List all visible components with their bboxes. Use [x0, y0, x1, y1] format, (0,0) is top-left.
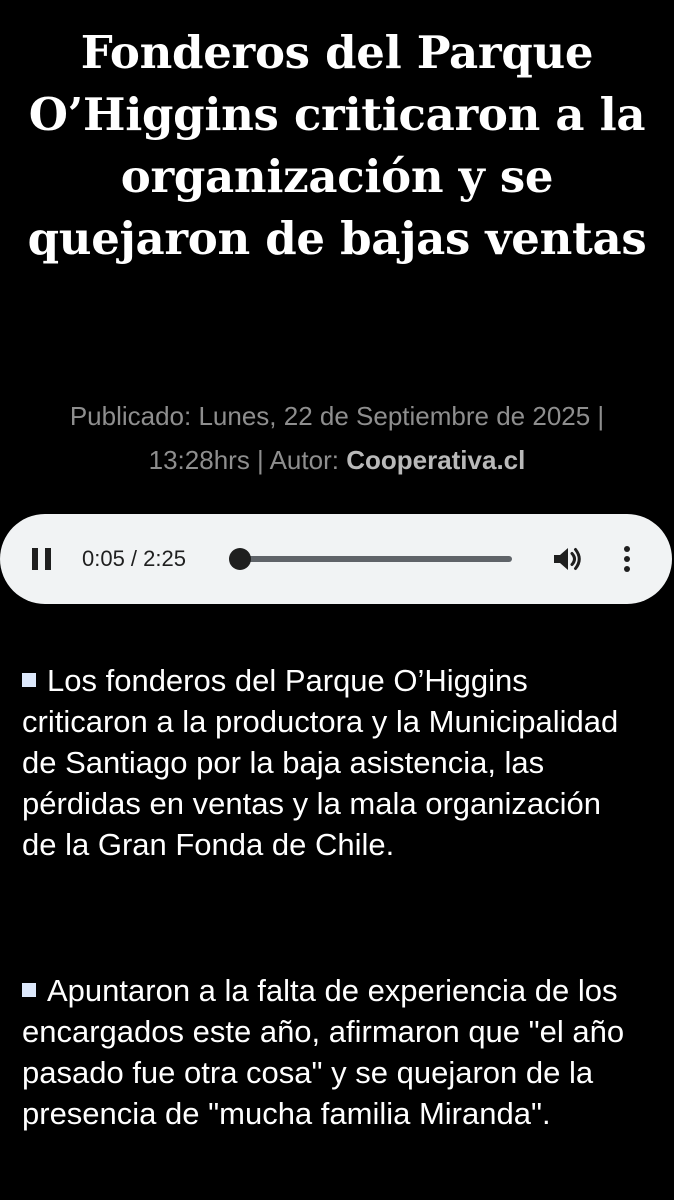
bullet-text: Los fonderos del Parque O’Higgins critic…: [22, 663, 619, 862]
article-meta: Publicado: Lunes, 22 de Septiembre de 20…: [22, 394, 652, 482]
seek-track: [230, 556, 512, 562]
bullet-text: Apuntaron a la falta de experiencia de l…: [22, 973, 625, 1131]
seek-thumb[interactable]: [228, 548, 251, 570]
bullet-square-icon: [22, 983, 36, 997]
volume-button[interactable]: [552, 545, 586, 573]
time-display: 0:05 / 2:25: [82, 546, 186, 571]
summary-bullet: Los fonderos del Parque O’Higgins critic…: [22, 660, 642, 865]
summary-bullet: Apuntaron a la falta de experiencia de l…: [22, 970, 642, 1134]
seek-slider[interactable]: [228, 545, 512, 573]
more-vertical-icon: [624, 546, 630, 572]
more-options-button[interactable]: [614, 545, 640, 573]
volume-icon: [554, 548, 581, 570]
article-headline: Fonderos del Parque O’Higgins criticaron…: [27, 26, 647, 265]
pause-button[interactable]: [32, 548, 52, 570]
audio-player: 0:05 / 2:25: [0, 514, 672, 604]
author-link[interactable]: Cooperativa.cl: [346, 445, 525, 475]
bullet-square-icon: [22, 673, 36, 687]
